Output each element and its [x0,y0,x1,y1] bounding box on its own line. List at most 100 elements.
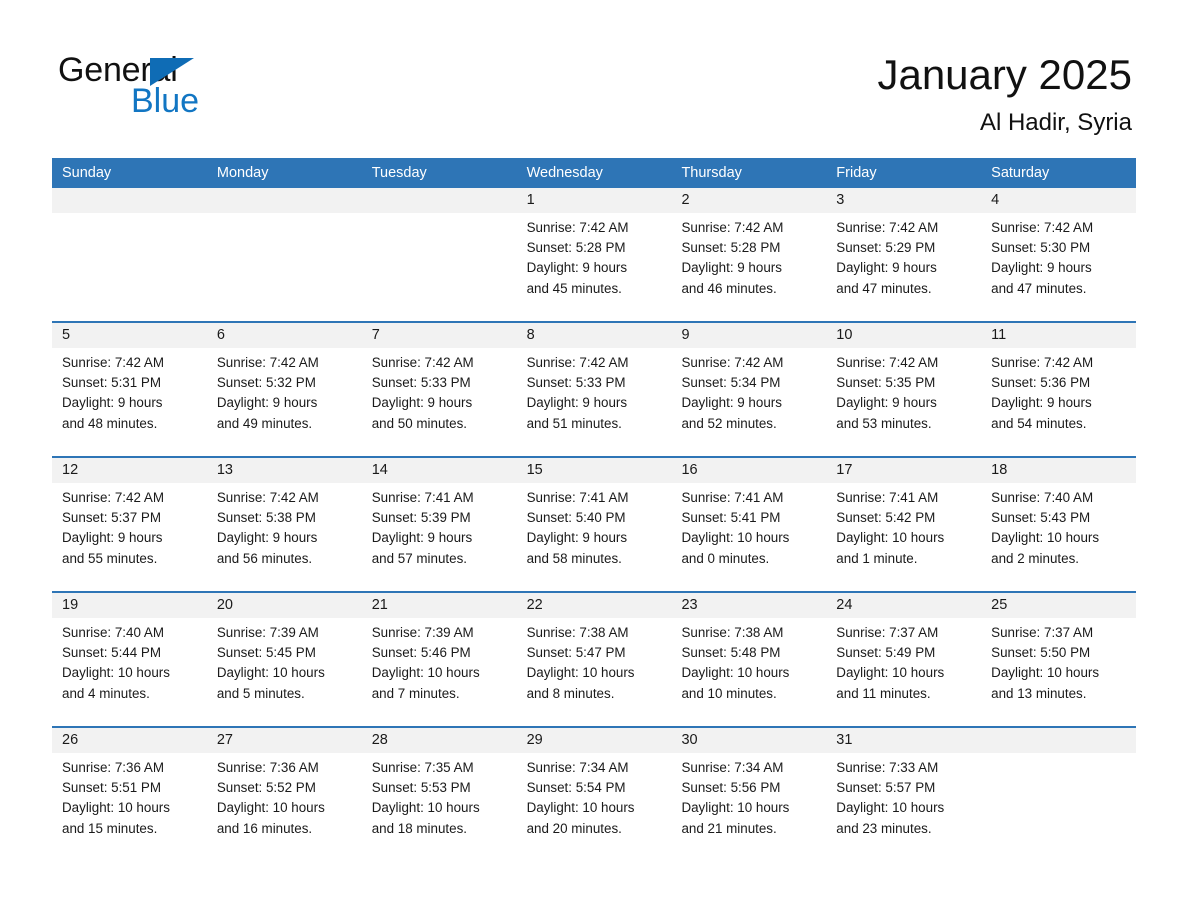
day-number[interactable]: 28 [362,728,517,753]
day-number[interactable]: 17 [826,458,981,483]
day-number[interactable]: 22 [517,593,672,618]
day-number[interactable]: 30 [671,728,826,753]
day-number[interactable]: 9 [671,323,826,348]
day-number[interactable]: 25 [981,593,1136,618]
daylight-text-line1: Daylight: 10 hours [216,800,325,816]
day-cell[interactable]: Sunrise: 7:42 AM Sunset: 5:28 PM Dayligh… [517,213,672,321]
day-number[interactable]: 21 [362,593,517,618]
daylight-text-line2: and 50 minutes. [371,415,468,431]
day-number[interactable]: 14 [362,458,517,483]
day-cell[interactable]: Sunrise: 7:38 AM Sunset: 5:47 PM Dayligh… [517,618,672,726]
daylight-text-line2: and 55 minutes. [62,550,158,566]
day-cell[interactable]: Sunrise: 7:42 AM Sunset: 5:33 PM Dayligh… [517,348,672,456]
day-number[interactable]: 27 [207,728,362,753]
day-number[interactable]: 1 [517,188,672,213]
sunrise-text: Sunrise: 7:42 AM [526,220,629,235]
day-cell[interactable]: Sunrise: 7:37 AM Sunset: 5:50 PM Dayligh… [981,618,1136,726]
daylight-text-line2: and 18 minutes. [371,820,468,836]
day-cell[interactable]: Sunrise: 7:39 AM Sunset: 5:46 PM Dayligh… [362,618,517,726]
sunset-text: Sunset: 5:30 PM [991,240,1091,256]
day-cell[interactable]: Sunrise: 7:41 AM Sunset: 5:39 PM Dayligh… [362,483,517,591]
sunrise-text: Sunrise: 7:42 AM [62,355,164,370]
day-number[interactable]: 18 [981,458,1136,483]
day-number[interactable] [52,188,207,213]
day-cell[interactable]: Sunrise: 7:41 AM Sunset: 5:40 PM Dayligh… [517,483,672,591]
calendar-page: General Blue January 2025 Al Hadir, Syri… [0,0,1188,918]
day-cell[interactable]: Sunrise: 7:41 AM Sunset: 5:41 PM Dayligh… [671,483,826,591]
day-cell[interactable]: Sunrise: 7:36 AM Sunset: 5:52 PM Dayligh… [207,753,362,861]
day-cell[interactable]: Sunrise: 7:34 AM Sunset: 5:56 PM Dayligh… [671,753,826,861]
sunset-text: Sunset: 5:28 PM [681,240,781,256]
day-number[interactable]: 24 [826,593,981,618]
day-number[interactable] [362,188,517,213]
daylight-text-line2: and 20 minutes. [526,820,622,836]
day-cell[interactable] [362,213,517,321]
day-cell[interactable]: Sunrise: 7:36 AM Sunset: 5:51 PM Dayligh… [52,753,207,861]
daylight-text-line1: Daylight: 10 hours [991,665,1100,681]
day-number[interactable]: 26 [52,728,207,753]
day-number[interactable]: 2 [671,188,826,213]
day-number[interactable]: 15 [517,458,672,483]
day-number[interactable]: 13 [207,458,362,483]
sunrise-text: Sunrise: 7:42 AM [526,355,629,370]
day-cell[interactable]: Sunrise: 7:42 AM Sunset: 5:29 PM Dayligh… [826,213,981,321]
day-cell[interactable]: Sunrise: 7:42 AM Sunset: 5:30 PM Dayligh… [981,213,1136,321]
day-cell[interactable]: Sunrise: 7:42 AM Sunset: 5:36 PM Dayligh… [981,348,1136,456]
daylight-text-line2: and 1 minute. [836,550,918,566]
sunset-text: Sunset: 5:47 PM [526,645,626,661]
day-number[interactable]: 6 [207,323,362,348]
generalblue-logo[interactable]: General Blue [58,50,318,130]
day-cell[interactable]: Sunrise: 7:42 AM Sunset: 5:35 PM Dayligh… [826,348,981,456]
day-cell[interactable]: Sunrise: 7:39 AM Sunset: 5:45 PM Dayligh… [207,618,362,726]
daylight-text-line1: Daylight: 10 hours [371,665,480,681]
day-cell[interactable]: Sunrise: 7:40 AM Sunset: 5:44 PM Dayligh… [52,618,207,726]
day-cell[interactable]: Sunrise: 7:42 AM Sunset: 5:31 PM Dayligh… [52,348,207,456]
daylight-text-line1: Daylight: 9 hours [526,260,628,276]
day-cell[interactable]: Sunrise: 7:42 AM Sunset: 5:28 PM Dayligh… [671,213,826,321]
day-number[interactable]: 4 [981,188,1136,213]
day-number[interactable]: 31 [826,728,981,753]
day-cell[interactable]: Sunrise: 7:41 AM Sunset: 5:42 PM Dayligh… [826,483,981,591]
sunrise-text: Sunrise: 7:42 AM [836,355,939,370]
day-cell[interactable]: Sunrise: 7:42 AM Sunset: 5:38 PM Dayligh… [207,483,362,591]
page-title: January 2025 [877,51,1132,98]
daylight-text-line2: and 15 minutes. [62,820,158,836]
day-cell[interactable]: Sunrise: 7:42 AM Sunset: 5:33 PM Dayligh… [362,348,517,456]
day-cell[interactable] [207,213,362,321]
day-number[interactable]: 29 [517,728,672,753]
day-number[interactable]: 8 [517,323,672,348]
day-cell[interactable]: Sunrise: 7:40 AM Sunset: 5:43 PM Dayligh… [981,483,1136,591]
day-number[interactable]: 3 [826,188,981,213]
day-number[interactable]: 16 [671,458,826,483]
daylight-text-line2: and 23 minutes. [836,820,932,836]
daylight-text-line1: Daylight: 10 hours [526,800,635,816]
day-cell[interactable]: Sunrise: 7:42 AM Sunset: 5:34 PM Dayligh… [671,348,826,456]
day-cell[interactable] [981,753,1136,861]
daylight-text-line1: Daylight: 9 hours [526,530,628,546]
daylight-text-line1: Daylight: 10 hours [371,800,480,816]
day-cell[interactable]: Sunrise: 7:42 AM Sunset: 5:32 PM Dayligh… [207,348,362,456]
day-number[interactable]: 12 [52,458,207,483]
day-cell[interactable]: Sunrise: 7:42 AM Sunset: 5:37 PM Dayligh… [52,483,207,591]
day-cell[interactable]: Sunrise: 7:33 AM Sunset: 5:57 PM Dayligh… [826,753,981,861]
daylight-text-line2: and 11 minutes. [836,685,931,701]
day-cell[interactable]: Sunrise: 7:38 AM Sunset: 5:48 PM Dayligh… [671,618,826,726]
sunrise-text: Sunrise: 7:42 AM [62,490,164,505]
day-cell[interactable]: Sunrise: 7:37 AM Sunset: 5:49 PM Dayligh… [826,618,981,726]
day-number[interactable]: 20 [207,593,362,618]
day-number[interactable]: 5 [52,323,207,348]
day-cell[interactable]: Sunrise: 7:35 AM Sunset: 5:53 PM Dayligh… [362,753,517,861]
daylight-text-line2: and 47 minutes. [836,280,932,296]
day-number[interactable]: 23 [671,593,826,618]
sunset-text: Sunset: 5:37 PM [62,510,161,526]
day-cell[interactable] [52,213,207,321]
day-number[interactable] [981,728,1136,753]
sunrise-text: Sunrise: 7:33 AM [836,760,939,775]
day-number[interactable]: 10 [826,323,981,348]
day-number[interactable]: 19 [52,593,207,618]
daylight-text-line1: Daylight: 9 hours [371,530,473,546]
day-number[interactable]: 11 [981,323,1136,348]
day-number[interactable]: 7 [362,323,517,348]
day-number[interactable] [207,188,362,213]
day-cell[interactable]: Sunrise: 7:34 AM Sunset: 5:54 PM Dayligh… [517,753,672,861]
